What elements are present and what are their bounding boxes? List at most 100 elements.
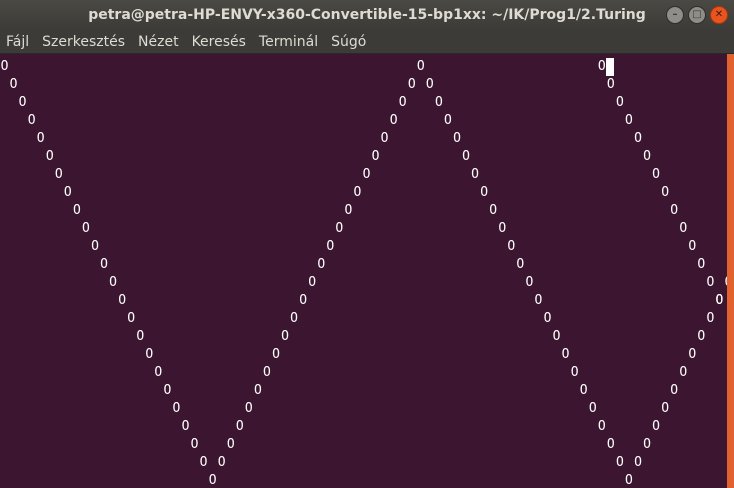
ball-char: O xyxy=(516,257,525,272)
maximize-button[interactable]: □ xyxy=(688,6,706,24)
ball-char: O xyxy=(706,275,715,290)
ball-char: O xyxy=(634,455,642,470)
ball-char: O xyxy=(561,347,570,362)
menu-terminal[interactable]: Terminál xyxy=(259,34,318,50)
ball-char: O xyxy=(534,293,543,308)
ball-char: O xyxy=(0,59,9,74)
terminal-output[interactable]: OOOOOOOOOOOOOOOOOOOOOOOOOOOOOOOOOOOOOOOO… xyxy=(0,54,727,488)
ball-char: O xyxy=(263,365,271,380)
ball-char: O xyxy=(489,203,498,218)
ball-char: O xyxy=(597,59,606,74)
ball-char: O xyxy=(244,401,253,416)
terminal-cursor xyxy=(606,58,615,76)
ball-char: O xyxy=(272,347,280,362)
ball-char: O xyxy=(498,221,507,236)
ball-char: O xyxy=(136,329,145,344)
ball-char: O xyxy=(145,347,154,362)
ball-char: O xyxy=(652,167,660,182)
ball-char: O xyxy=(380,131,389,146)
ball-char: O xyxy=(634,131,642,146)
ball-char: O xyxy=(163,383,172,398)
ball-char: O xyxy=(697,257,706,272)
ball-char: O xyxy=(217,455,226,470)
ball-char: O xyxy=(91,239,99,254)
menu-file[interactable]: Fájl xyxy=(6,34,29,50)
ball-char: O xyxy=(525,275,534,290)
ball-char: O xyxy=(235,419,244,434)
ball-char: O xyxy=(543,311,552,326)
ball-char: O xyxy=(54,167,63,182)
ball-char: O xyxy=(154,365,163,380)
ball-char: O xyxy=(172,401,181,416)
ball-char: O xyxy=(615,95,624,110)
ball-char: O xyxy=(45,149,54,164)
ball-char: O xyxy=(407,77,416,92)
ball-char: O xyxy=(290,311,298,326)
ball-char: O xyxy=(100,257,108,272)
ball-char: O xyxy=(661,401,670,416)
menu-edit[interactable]: Szerkesztés xyxy=(42,34,125,50)
ball-char: O xyxy=(72,203,81,218)
ball-char: O xyxy=(444,113,452,128)
ball-char: O xyxy=(18,95,27,110)
ball-char: O xyxy=(643,149,651,164)
ball-char: O xyxy=(606,437,615,452)
ball-char: O xyxy=(199,455,208,470)
ball-char: O xyxy=(344,203,353,218)
window-title: petra@petra-HP-ENVY-x360-Convertible-15-… xyxy=(88,7,646,23)
ball-char: O xyxy=(688,347,697,362)
ball-char: O xyxy=(389,113,398,128)
ball-char: O xyxy=(127,311,136,326)
menu-bar: Fájl Szerkesztés Nézet Keresés Terminál … xyxy=(0,30,734,54)
ball-char: O xyxy=(552,329,561,344)
ball-char: O xyxy=(434,95,443,110)
ball-char: O xyxy=(371,149,380,164)
ball-char: O xyxy=(643,437,651,452)
ball-char: O xyxy=(597,419,606,434)
window-titlebar[interactable]: petra@petra-HP-ENVY-x360-Convertible-15-… xyxy=(0,0,734,30)
ball-char: O xyxy=(416,59,425,74)
terminal-scrollbar[interactable] xyxy=(727,54,734,488)
ball-char: O xyxy=(570,365,579,380)
ball-char: O xyxy=(181,419,190,434)
window-controls: – □ ✕ xyxy=(666,6,728,24)
ball-char: O xyxy=(308,275,317,290)
ball-char: O xyxy=(507,239,516,254)
ball-char: O xyxy=(353,185,362,200)
ball-char: O xyxy=(615,455,624,470)
ball-char: O xyxy=(480,185,489,200)
ball-char: O xyxy=(425,77,434,92)
ball-char: O xyxy=(326,239,335,254)
ball-char: O xyxy=(679,221,688,236)
ball-char: O xyxy=(253,383,262,398)
ball-char: O xyxy=(706,311,715,326)
ball-char: O xyxy=(362,167,371,182)
ball-char: O xyxy=(36,131,45,146)
ball-char: O xyxy=(82,221,90,236)
ball-char: O xyxy=(226,437,235,452)
ball-char: O xyxy=(190,437,199,452)
close-button[interactable]: ✕ xyxy=(710,6,728,24)
ball-char: O xyxy=(208,473,217,488)
ball-char: O xyxy=(652,419,660,434)
ball-char: O xyxy=(471,167,479,182)
ball-char: O xyxy=(579,383,588,398)
menu-search[interactable]: Keresés xyxy=(192,34,246,50)
menu-help[interactable]: Súgó xyxy=(331,34,366,50)
ball-char: O xyxy=(625,473,633,488)
menu-view[interactable]: Nézet xyxy=(138,34,179,50)
ball-char: O xyxy=(109,275,117,290)
ball-char: O xyxy=(281,329,289,344)
ball-char: O xyxy=(625,113,633,128)
minimize-button[interactable]: – xyxy=(666,6,684,24)
ball-char: O xyxy=(335,221,344,236)
ball-char: O xyxy=(670,383,679,398)
ball-char: O xyxy=(453,131,461,146)
ball-char: O xyxy=(63,185,72,200)
ball-char: O xyxy=(9,77,18,92)
ball-char: O xyxy=(670,203,679,218)
ball-char: O xyxy=(697,329,706,344)
ball-char: O xyxy=(398,95,407,110)
ball-char: O xyxy=(118,293,127,308)
ball-char: O xyxy=(299,293,308,308)
